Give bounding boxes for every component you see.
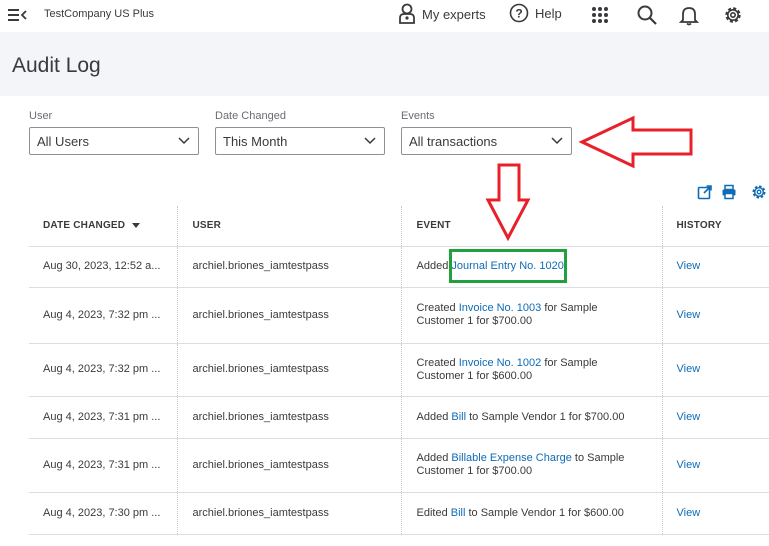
cell-event: Added Bill to Sample Vendor 1 for $700.0… bbox=[400, 396, 662, 439]
page-title: Audit Log bbox=[12, 54, 101, 77]
cell-user: archiel.briones_iamtestpass bbox=[176, 287, 401, 344]
event-text: Edited bbox=[416, 506, 451, 519]
cell-event: Created Invoice No. 1003 for Sample Cust… bbox=[400, 287, 662, 344]
export-icon[interactable] bbox=[697, 184, 713, 200]
highlight-box-annotation bbox=[449, 249, 567, 283]
audit-log-table: DATE CHANGED USER EVENT HISTORY Aug 30, … bbox=[29, 206, 769, 535]
date-changed-filter: Date Changed This Month bbox=[215, 110, 385, 155]
user-filter: User All Users bbox=[29, 110, 199, 155]
column-header-date-changed[interactable]: DATE CHANGED bbox=[29, 206, 177, 247]
print-icon[interactable] bbox=[721, 184, 737, 200]
event-transaction-link[interactable]: Invoice No. 1003 bbox=[459, 302, 542, 314]
cell-user: archiel.briones_iamtestpass bbox=[176, 438, 401, 493]
user-select[interactable]: All Users bbox=[29, 127, 199, 155]
page-header: Audit Log bbox=[0, 32, 769, 96]
chevron-down-icon bbox=[364, 137, 376, 145]
table-row: Aug 4, 2023, 7:31 pm ... archiel.briones… bbox=[29, 438, 769, 493]
cell-history: View bbox=[661, 492, 769, 535]
event-text: Added bbox=[416, 452, 452, 464]
column-header-history[interactable]: HISTORY bbox=[661, 206, 769, 247]
column-header-history-label: HISTORY bbox=[676, 220, 722, 232]
table-row: Aug 4, 2023, 7:32 pm ... archiel.briones… bbox=[29, 343, 769, 397]
column-header-user[interactable]: USER bbox=[176, 206, 401, 247]
top-bar: TestCompany US Plus My experts ? Help bbox=[0, 0, 769, 32]
event-text: to Sample Vendor 1 for $700.00 bbox=[466, 410, 625, 423]
cell-history: View bbox=[661, 343, 769, 397]
search-icon[interactable] bbox=[636, 4, 658, 26]
cell-history: View bbox=[661, 246, 769, 288]
table-header-row: DATE CHANGED USER EVENT HISTORY bbox=[29, 206, 769, 247]
cell-user: archiel.briones_iamtestpass bbox=[176, 492, 401, 535]
cell-event: Added Billable Expense Charge to Sample … bbox=[400, 438, 662, 493]
company-name: TestCompany US Plus bbox=[44, 8, 155, 20]
table-row: Aug 4, 2023, 7:31 pm ... archiel.briones… bbox=[29, 396, 769, 439]
gear-icon[interactable] bbox=[722, 4, 744, 26]
events-filter-label: Events bbox=[401, 110, 435, 122]
event-text: to Sample Vendor 1 for $600.00 bbox=[465, 506, 624, 519]
view-history-link[interactable]: View bbox=[677, 411, 701, 423]
cell-date: Aug 4, 2023, 7:31 pm ... bbox=[29, 396, 177, 439]
svg-text:?: ? bbox=[515, 7, 522, 21]
user-select-value: All Users bbox=[37, 133, 90, 149]
cell-history: View bbox=[661, 438, 769, 493]
cell-user: archiel.briones_iamtestpass bbox=[176, 396, 401, 439]
user-filter-label: User bbox=[29, 110, 53, 122]
event-text: Added bbox=[416, 410, 452, 423]
event-transaction-link[interactable]: Bill bbox=[451, 507, 466, 519]
event-transaction-link[interactable]: Bill bbox=[451, 411, 466, 423]
event-transaction-link[interactable]: Billable Expense Charge bbox=[451, 452, 571, 464]
settings-gear-icon[interactable] bbox=[751, 184, 767, 200]
event-text: Added bbox=[416, 260, 452, 272]
cell-history: View bbox=[661, 287, 769, 344]
date-changed-select[interactable]: This Month bbox=[215, 127, 385, 155]
events-select-value: All transactions bbox=[409, 133, 498, 149]
cell-date: Aug 30, 2023, 12:52 a... bbox=[29, 246, 177, 288]
table-row: Aug 30, 2023, 12:52 a... archiel.briones… bbox=[29, 246, 769, 288]
chevron-down-icon bbox=[178, 137, 190, 145]
my-experts-button[interactable]: My experts bbox=[398, 3, 486, 25]
cell-date: Aug 4, 2023, 7:30 pm ... bbox=[29, 492, 177, 535]
person-icon bbox=[399, 3, 415, 24]
help-label: Help bbox=[535, 5, 562, 21]
left-arrow-annotation bbox=[578, 115, 693, 169]
cell-date: Aug 4, 2023, 7:32 pm ... bbox=[29, 287, 177, 344]
sort-descending-icon bbox=[132, 223, 141, 229]
date-changed-filter-label: Date Changed bbox=[215, 110, 286, 122]
cell-event: Created Invoice No. 1002 for Sample Cust… bbox=[400, 343, 662, 397]
column-header-event[interactable]: EVENT bbox=[400, 206, 662, 247]
date-changed-select-value: This Month bbox=[223, 133, 288, 149]
view-history-link[interactable]: View bbox=[677, 260, 701, 272]
cell-user: archiel.briones_iamtestpass bbox=[176, 343, 401, 397]
table-row: Aug 4, 2023, 7:30 pm ... archiel.briones… bbox=[29, 492, 769, 535]
cell-date: Aug 4, 2023, 7:32 pm ... bbox=[29, 343, 177, 397]
chevron-down-icon bbox=[551, 137, 563, 145]
apps-grid-icon[interactable] bbox=[589, 4, 611, 26]
column-header-event-label: EVENT bbox=[416, 220, 451, 232]
events-filter: Events All transactions bbox=[401, 110, 572, 155]
view-history-link[interactable]: View bbox=[677, 363, 701, 375]
events-select[interactable]: All transactions bbox=[401, 127, 572, 155]
view-history-link[interactable]: View bbox=[677, 507, 701, 519]
view-history-link[interactable]: View bbox=[677, 459, 701, 471]
help-button[interactable]: ? Help bbox=[509, 3, 562, 23]
help-icon: ? bbox=[509, 3, 529, 23]
cell-user: archiel.briones_iamtestpass bbox=[176, 246, 401, 288]
column-header-user-label: USER bbox=[192, 220, 222, 232]
column-header-date-label: DATE CHANGED bbox=[43, 220, 126, 232]
cell-date: Aug 4, 2023, 7:31 pm ... bbox=[29, 438, 177, 493]
cell-history: View bbox=[661, 396, 769, 439]
my-experts-label: My experts bbox=[422, 6, 486, 22]
event-text: Created bbox=[416, 356, 459, 369]
bell-icon[interactable] bbox=[678, 4, 700, 26]
event-text: Created bbox=[416, 302, 459, 314]
cell-event: Edited Bill to Sample Vendor 1 for $600.… bbox=[400, 492, 662, 535]
event-transaction-link[interactable]: Invoice No. 1002 bbox=[459, 357, 542, 369]
table-row: Aug 4, 2023, 7:32 pm ... archiel.briones… bbox=[29, 287, 769, 344]
view-history-link[interactable]: View bbox=[677, 309, 701, 321]
menu-toggle-icon[interactable] bbox=[8, 6, 28, 24]
